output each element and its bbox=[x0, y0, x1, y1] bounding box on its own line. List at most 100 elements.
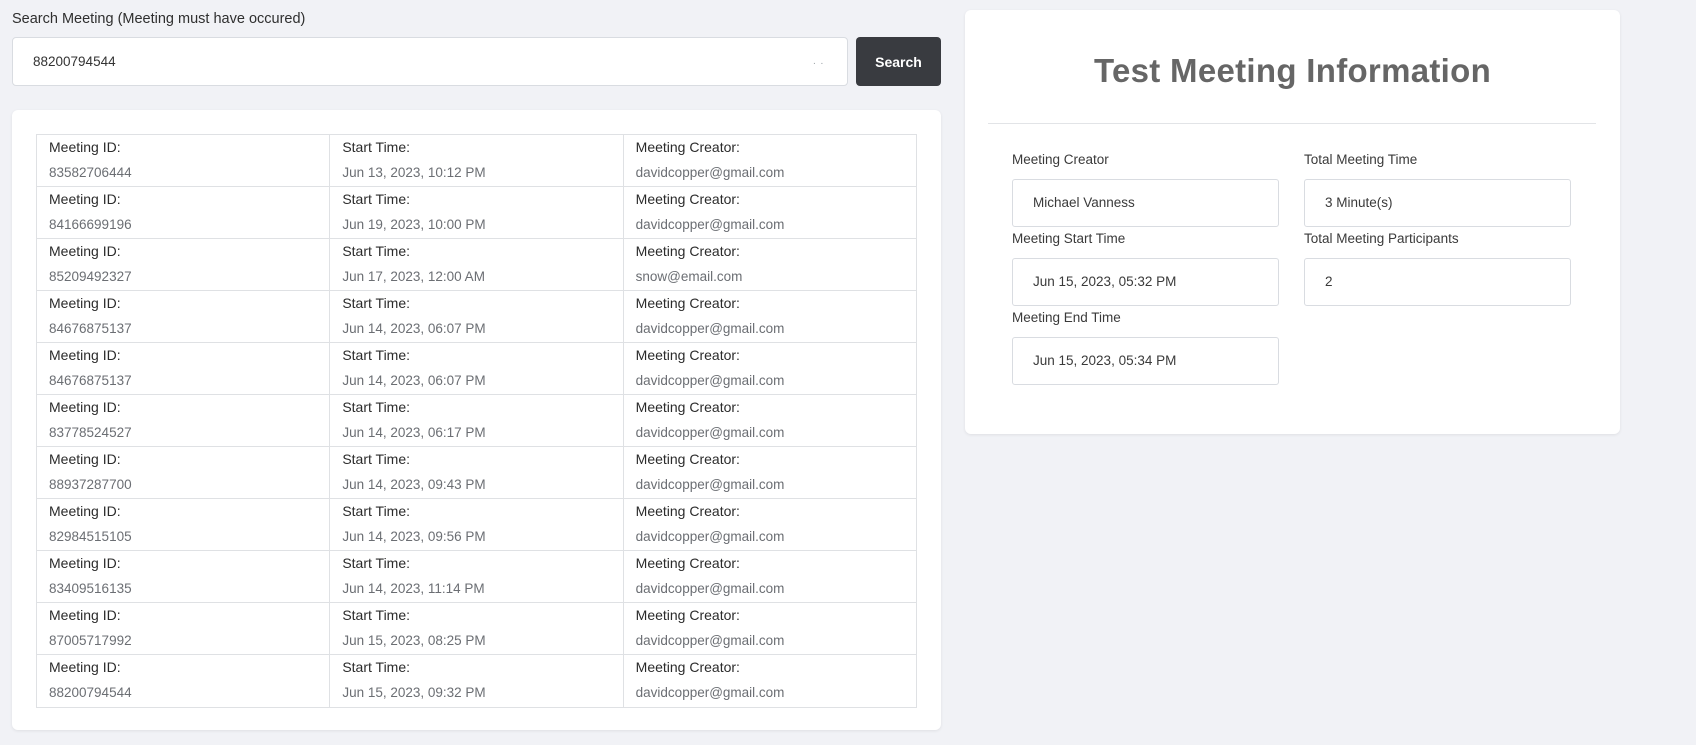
meeting-creator-cell: Meeting Creator: davidcopper@gmail.com bbox=[624, 447, 916, 498]
start-time-value: Jun 17, 2023, 12:00 AM bbox=[342, 269, 485, 284]
meeting-info-title: Test Meeting Information bbox=[1093, 52, 1492, 89]
start-time-cell: Start Time: Jun 13, 2023, 10:12 PM bbox=[330, 135, 624, 186]
meeting-creator-label: Meeting Creator: bbox=[635, 503, 740, 519]
meeting-id-value: 82984515105 bbox=[49, 529, 132, 544]
meeting-start-time-field: Meeting Start Time Jun 15, 2023, 05:32 P… bbox=[1012, 231, 1279, 306]
start-time-label: Start Time: bbox=[342, 243, 411, 259]
result-row[interactable]: Meeting ID: 88200794544 Start Time: Jun … bbox=[37, 655, 916, 707]
meeting-creator-label: Meeting Creator: bbox=[635, 243, 740, 259]
meeting-creator-value: davidcopper@gmail.com bbox=[635, 217, 785, 232]
start-time-value: Jun 19, 2023, 10:00 PM bbox=[342, 217, 486, 232]
meeting-creator-value: davidcopper@gmail.com bbox=[635, 581, 785, 596]
meeting-end-time-field: Meeting End Time Jun 15, 2023, 05:34 PM bbox=[1012, 310, 1279, 385]
meeting-creator-value: snow@email.com bbox=[635, 269, 743, 284]
meeting-id-label: Meeting ID: bbox=[49, 503, 121, 519]
result-row[interactable]: Meeting ID: 87005717992 Start Time: Jun … bbox=[37, 603, 916, 655]
meeting-creator-label: Meeting Creator: bbox=[635, 555, 740, 571]
meeting-start-time-label: Meeting Start Time bbox=[1012, 231, 1126, 246]
meeting-id-cell: Meeting ID: 88200794544 bbox=[37, 655, 331, 707]
meeting-id-label: Meeting ID: bbox=[49, 243, 121, 259]
meeting-creator-cell: Meeting Creator: davidcopper@gmail.com bbox=[624, 343, 916, 394]
start-time-value: Jun 13, 2023, 10:12 PM bbox=[342, 165, 486, 180]
meeting-id-label: Meeting ID: bbox=[49, 295, 121, 311]
total-meeting-time-label: Total Meeting Time bbox=[1304, 152, 1418, 167]
start-time-label: Start Time: bbox=[342, 347, 411, 363]
meeting-creator-field: Meeting Creator Michael Vanness bbox=[1012, 152, 1279, 227]
meeting-info-card: Test Meeting Information Meeting Creator… bbox=[965, 10, 1620, 434]
meeting-id-cell: Meeting ID: 83582706444 bbox=[37, 135, 331, 186]
meeting-creator-value: davidcopper@gmail.com bbox=[635, 529, 785, 544]
meeting-creator-value: davidcopper@gmail.com bbox=[635, 685, 785, 700]
start-time-label: Start Time: bbox=[342, 191, 411, 207]
result-row[interactable]: Meeting ID: 83582706444 Start Time: Jun … bbox=[37, 135, 916, 187]
start-time-value: Jun 15, 2023, 09:32 PM bbox=[342, 685, 486, 700]
results-card: Meeting ID: 83582706444 Start Time: Jun … bbox=[12, 110, 941, 730]
search-input[interactable] bbox=[12, 37, 848, 86]
meeting-id-cell: Meeting ID: 82984515105 bbox=[37, 499, 331, 550]
meeting-id-cell: Meeting ID: 83409516135 bbox=[37, 551, 331, 602]
meeting-id-value: 83582706444 bbox=[49, 165, 132, 180]
start-time-cell: Start Time: Jun 14, 2023, 09:43 PM bbox=[330, 447, 624, 498]
meeting-creator-value: davidcopper@gmail.com bbox=[635, 165, 785, 180]
start-time-value: Jun 14, 2023, 06:17 PM bbox=[342, 425, 486, 440]
start-time-cell: Start Time: Jun 14, 2023, 06:07 PM bbox=[330, 343, 624, 394]
result-row[interactable]: Meeting ID: 83778524527 Start Time: Jun … bbox=[37, 395, 916, 447]
start-time-cell: Start Time: Jun 19, 2023, 10:00 PM bbox=[330, 187, 624, 238]
result-row[interactable]: Meeting ID: 88937287700 Start Time: Jun … bbox=[37, 447, 916, 499]
meeting-creator-field-value[interactable]: Michael Vanness bbox=[1012, 179, 1279, 227]
result-row[interactable]: Meeting ID: 84676875137 Start Time: Jun … bbox=[37, 343, 916, 395]
result-row[interactable]: Meeting ID: 83409516135 Start Time: Jun … bbox=[37, 551, 916, 603]
meeting-id-cell: Meeting ID: 84676875137 bbox=[37, 343, 331, 394]
meeting-id-label: Meeting ID: bbox=[49, 555, 121, 571]
start-time-cell: Start Time: Jun 15, 2023, 08:25 PM bbox=[330, 603, 624, 654]
total-meeting-time-field: Total Meeting Time 3 Minute(s) bbox=[1304, 152, 1571, 227]
meeting-id-value: 84166699196 bbox=[49, 217, 132, 232]
meeting-creator-cell: Meeting Creator: davidcopper@gmail.com bbox=[624, 395, 916, 446]
meeting-creator-label: Meeting Creator: bbox=[635, 139, 740, 155]
start-time-value: Jun 14, 2023, 06:07 PM bbox=[342, 321, 486, 336]
meeting-id-value: 85209492327 bbox=[49, 269, 132, 284]
start-time-label: Start Time: bbox=[342, 295, 411, 311]
meeting-id-label: Meeting ID: bbox=[49, 451, 121, 467]
meeting-creator-value: davidcopper@gmail.com bbox=[635, 321, 785, 336]
meeting-creator-label: Meeting Creator: bbox=[635, 295, 740, 311]
start-time-value: Jun 15, 2023, 08:25 PM bbox=[342, 633, 486, 648]
start-time-label: Start Time: bbox=[342, 607, 411, 623]
meeting-id-cell: Meeting ID: 85209492327 bbox=[37, 239, 331, 290]
meeting-id-value: 87005717992 bbox=[49, 633, 132, 648]
start-time-cell: Start Time: Jun 15, 2023, 09:32 PM bbox=[330, 655, 624, 707]
meeting-id-value: 88200794544 bbox=[49, 685, 132, 700]
results-table: Meeting ID: 83582706444 Start Time: Jun … bbox=[36, 134, 917, 708]
total-participants-value[interactable]: 2 bbox=[1304, 258, 1571, 306]
meeting-creator-label: Meeting Creator: bbox=[635, 347, 740, 363]
search-button[interactable]: Search bbox=[856, 37, 941, 86]
meeting-creator-value: davidcopper@gmail.com bbox=[635, 633, 785, 648]
meeting-creator-label: Meeting Creator: bbox=[635, 659, 740, 675]
meeting-id-cell: Meeting ID: 84166699196 bbox=[37, 187, 331, 238]
meeting-creator-label: Meeting Creator: bbox=[635, 607, 740, 623]
start-time-cell: Start Time: Jun 17, 2023, 12:00 AM bbox=[330, 239, 624, 290]
meeting-start-time-value[interactable]: Jun 15, 2023, 05:32 PM bbox=[1012, 258, 1279, 306]
divider bbox=[988, 123, 1596, 124]
start-time-value: Jun 14, 2023, 09:43 PM bbox=[342, 477, 486, 492]
loading-dots-icon: . . bbox=[813, 56, 825, 67]
start-time-label: Start Time: bbox=[342, 555, 411, 571]
meeting-id-value: 88937287700 bbox=[49, 477, 132, 492]
result-row[interactable]: Meeting ID: 85209492327 Start Time: Jun … bbox=[37, 239, 916, 291]
result-row[interactable]: Meeting ID: 84676875137 Start Time: Jun … bbox=[37, 291, 916, 343]
result-row[interactable]: Meeting ID: 84166699196 Start Time: Jun … bbox=[37, 187, 916, 239]
result-row[interactable]: Meeting ID: 82984515105 Start Time: Jun … bbox=[37, 499, 916, 551]
meeting-creator-label: Meeting Creator: bbox=[635, 451, 740, 467]
meeting-id-label: Meeting ID: bbox=[49, 607, 121, 623]
start-time-label: Start Time: bbox=[342, 139, 411, 155]
meeting-creator-label: Meeting Creator: bbox=[635, 399, 740, 415]
meeting-creator-cell: Meeting Creator: snow@email.com bbox=[624, 239, 916, 290]
meeting-end-time-value[interactable]: Jun 15, 2023, 05:34 PM bbox=[1012, 337, 1279, 385]
meeting-creator-cell: Meeting Creator: davidcopper@gmail.com bbox=[624, 187, 916, 238]
meeting-creator-cell: Meeting Creator: davidcopper@gmail.com bbox=[624, 291, 916, 342]
meeting-creator-cell: Meeting Creator: davidcopper@gmail.com bbox=[624, 655, 916, 707]
meeting-id-value: 84676875137 bbox=[49, 373, 132, 388]
meeting-creator-cell: Meeting Creator: davidcopper@gmail.com bbox=[624, 499, 916, 550]
total-meeting-time-value[interactable]: 3 Minute(s) bbox=[1304, 179, 1571, 227]
meeting-creator-cell: Meeting Creator: davidcopper@gmail.com bbox=[624, 551, 916, 602]
